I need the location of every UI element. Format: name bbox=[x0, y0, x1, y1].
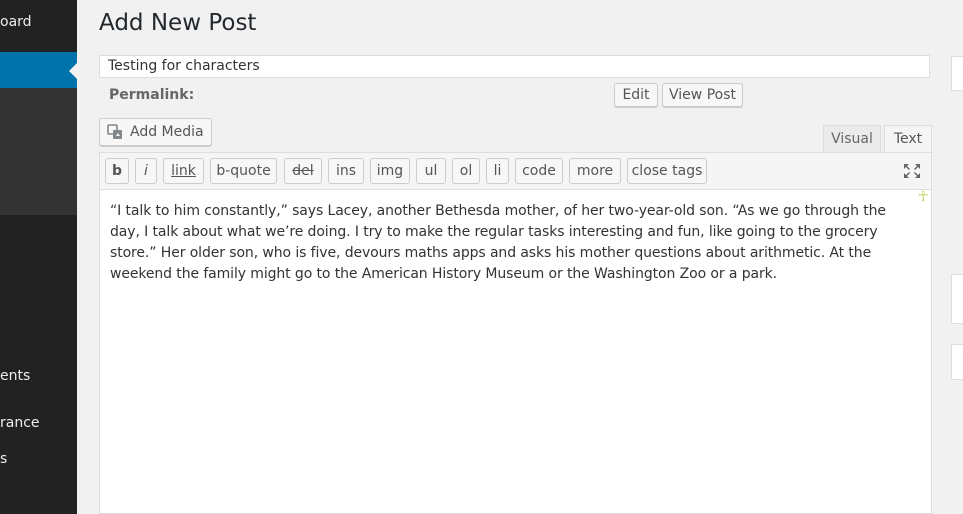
fullscreen-icon[interactable] bbox=[903, 163, 921, 179]
italic-button[interactable]: i bbox=[135, 158, 157, 184]
post-content-textarea[interactable]: “I talk to him constantly,” says Lacey, … bbox=[110, 201, 920, 285]
sidebar-submenu bbox=[0, 88, 77, 215]
admin-sidebar: oard ents rance s bbox=[0, 0, 77, 514]
media-icon bbox=[107, 124, 122, 139]
permalink-label: Permalink: bbox=[109, 87, 195, 103]
sidebar-item-dashboard[interactable]: oard bbox=[0, 14, 77, 30]
side-panel-box bbox=[951, 274, 963, 324]
ul-button[interactable]: ul bbox=[416, 158, 446, 184]
sidebar-item-comments[interactable]: ents bbox=[0, 368, 77, 384]
more-button[interactable]: more bbox=[569, 158, 621, 184]
bold-button[interactable]: b bbox=[105, 158, 129, 184]
ins-button[interactable]: ins bbox=[328, 158, 364, 184]
sidebar-item-appearance[interactable]: rance bbox=[0, 415, 77, 431]
editor-area: b i link b-quote del ins img ul ol li co… bbox=[99, 152, 932, 514]
side-panel-box bbox=[951, 56, 963, 91]
add-media-button[interactable]: Add Media bbox=[99, 118, 212, 146]
page-title: Add New Post bbox=[99, 10, 257, 36]
post-title-input[interactable]: Testing for characters bbox=[99, 55, 930, 78]
edit-permalink-button[interactable]: Edit bbox=[614, 83, 658, 107]
li-button[interactable]: li bbox=[486, 158, 509, 184]
code-button[interactable]: code bbox=[515, 158, 563, 184]
view-post-button[interactable]: View Post bbox=[662, 83, 743, 107]
quicktags-toolbar: b i link b-quote del ins img ul ol li co… bbox=[100, 153, 931, 190]
active-menu-arrow bbox=[69, 63, 77, 79]
sidebar-item-posts[interactable] bbox=[0, 52, 77, 88]
del-button[interactable]: del bbox=[284, 158, 322, 184]
tab-text[interactable]: Text bbox=[884, 125, 932, 153]
img-button[interactable]: img bbox=[370, 158, 410, 184]
sidebar-item-plugins[interactable]: s bbox=[0, 451, 77, 467]
tab-visual[interactable]: Visual bbox=[823, 125, 881, 153]
side-panel-box bbox=[951, 344, 963, 380]
blockquote-button[interactable]: b-quote bbox=[210, 158, 277, 184]
link-button[interactable]: link bbox=[163, 158, 204, 184]
ol-button[interactable]: ol bbox=[452, 158, 480, 184]
add-media-label: Add Media bbox=[130, 124, 204, 140]
close-tags-button[interactable]: close tags bbox=[627, 158, 707, 184]
